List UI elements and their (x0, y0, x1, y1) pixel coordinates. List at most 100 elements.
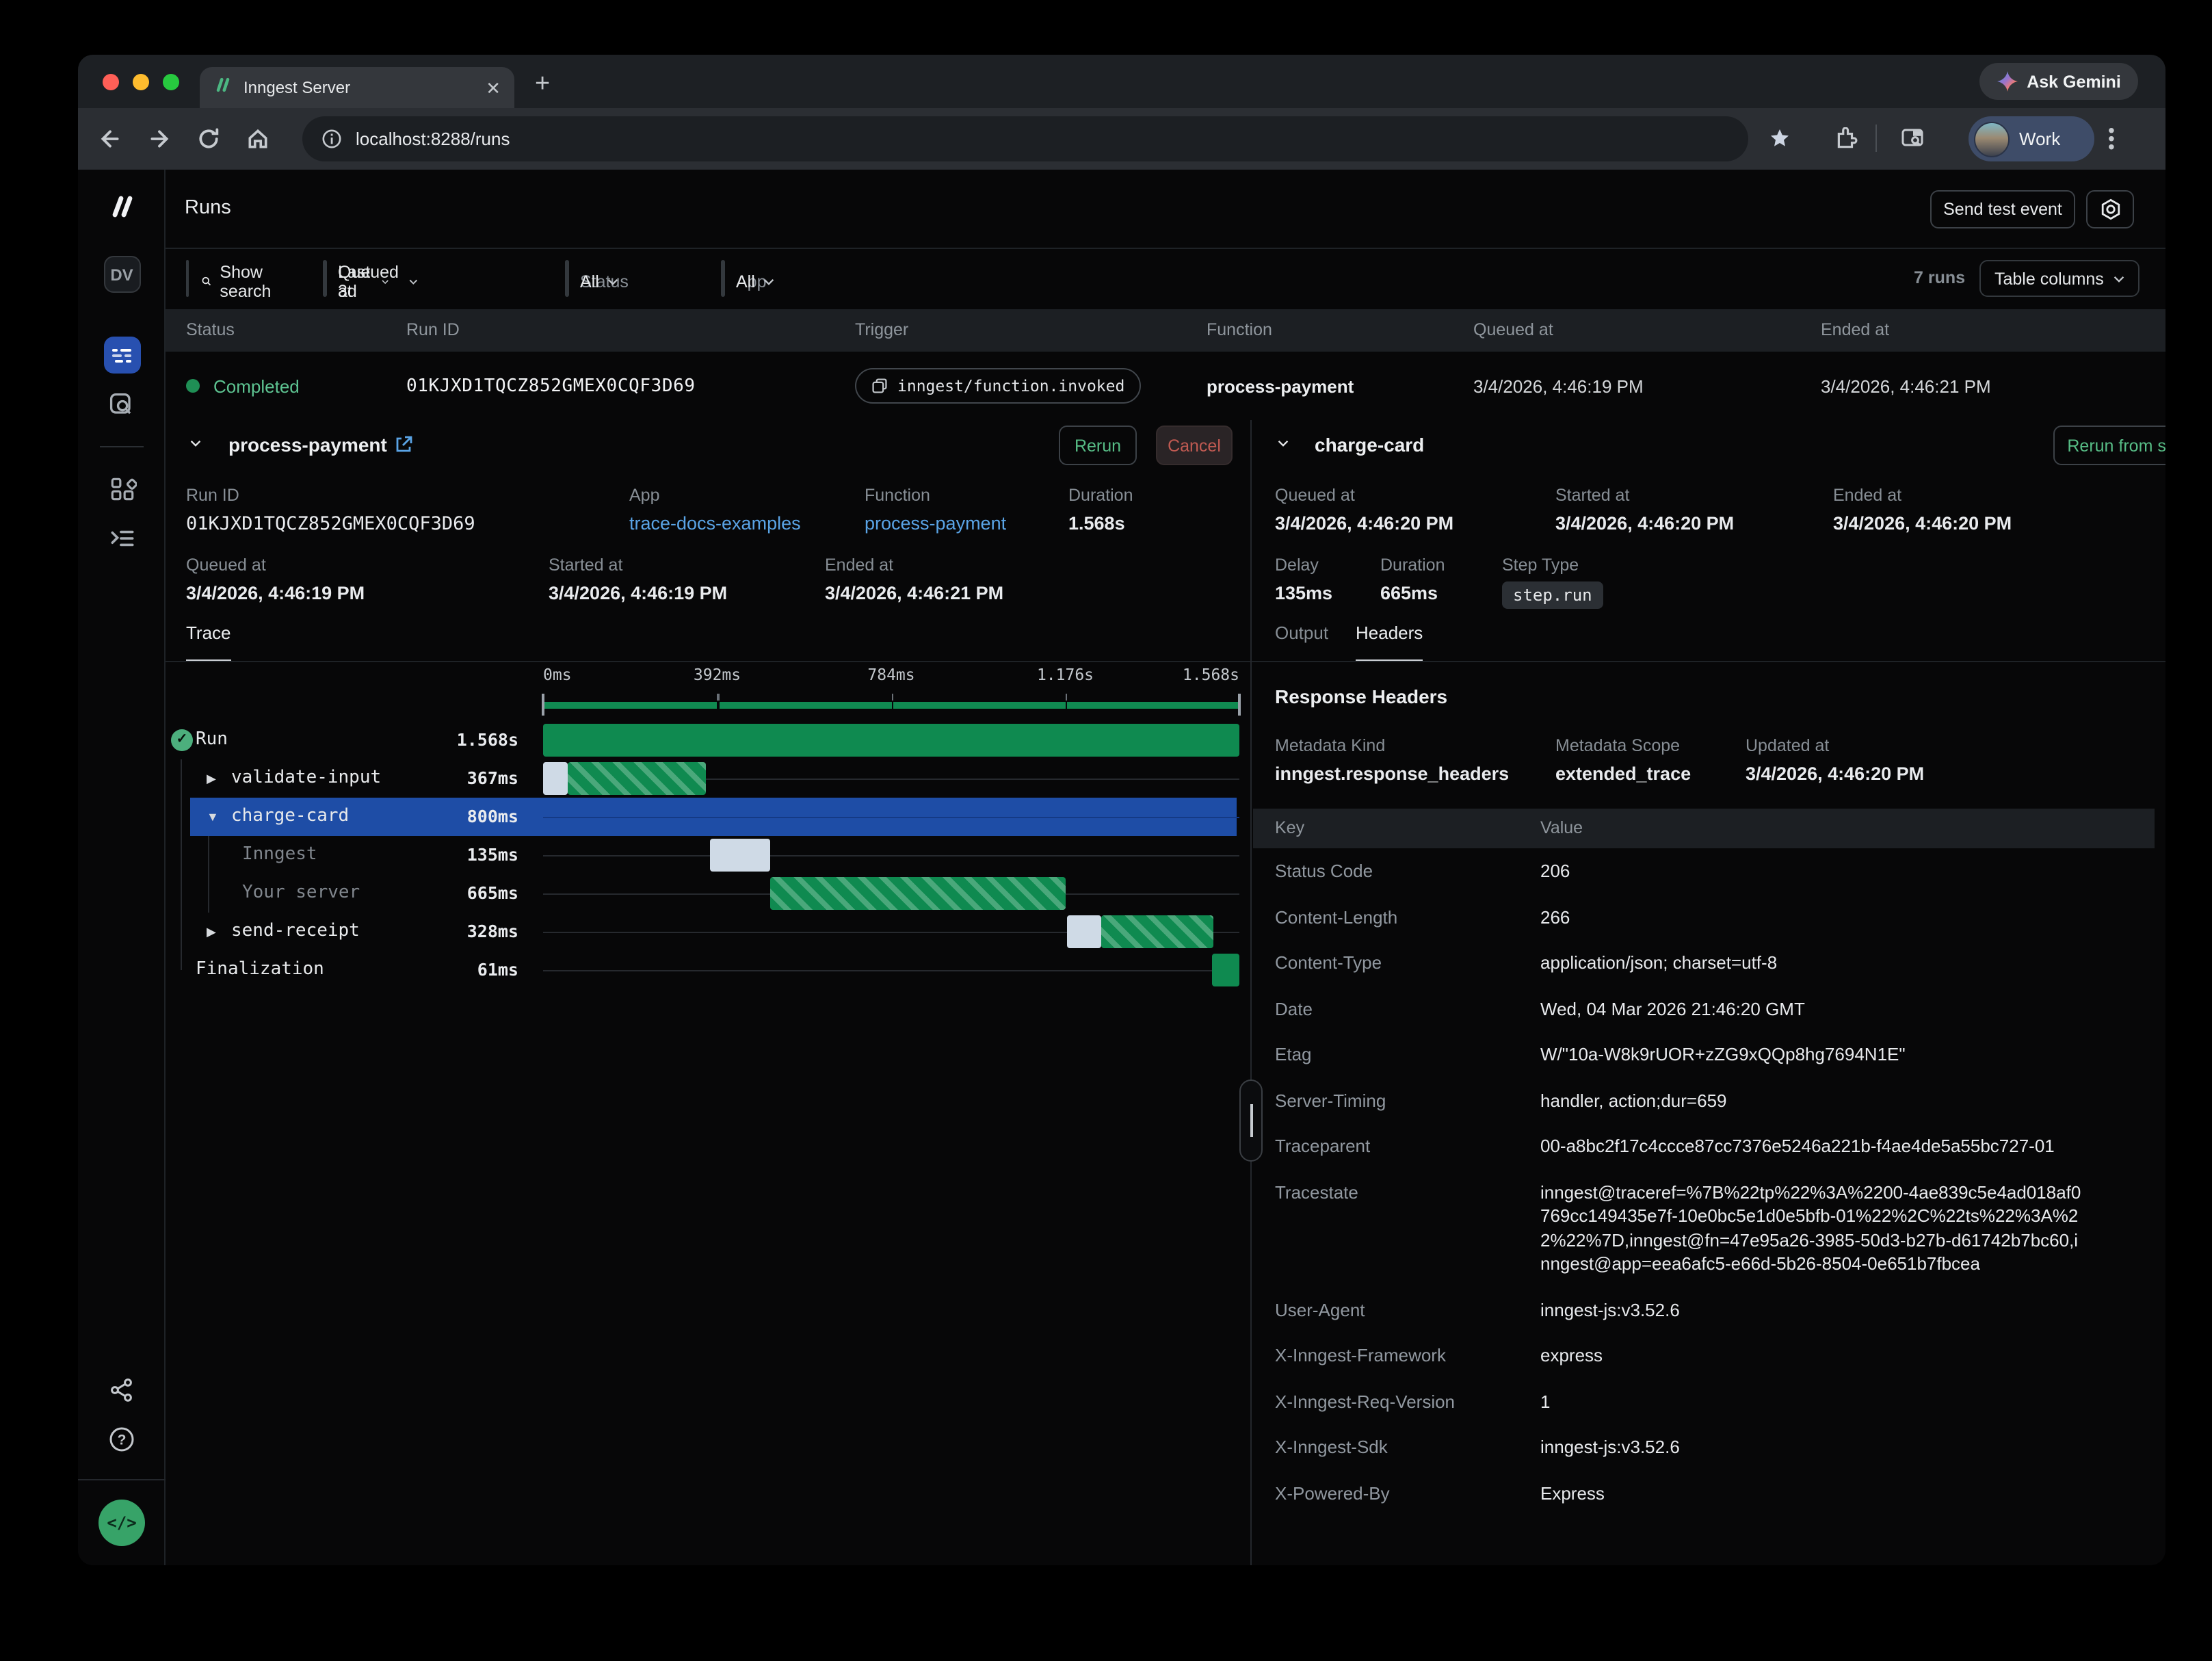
header-value: 1 (1540, 1378, 2088, 1424)
tab-output[interactable]: Output (1275, 623, 1328, 661)
app-link[interactable]: trace-docs-examples (629, 513, 801, 534)
field-step-ended-at: Ended at 3/4/2026, 4:46:20 PM (1833, 486, 2012, 536)
tab-close-icon[interactable]: ✕ (486, 79, 501, 96)
trace-step-duration: 665ms (371, 874, 518, 913)
status-filter[interactable]: Status All (565, 260, 569, 297)
dev-tools-button[interactable]: </> (78, 1500, 166, 1546)
show-search-label: Show search (220, 262, 278, 300)
expand-arrow-icon[interactable]: ▶ (207, 759, 216, 798)
trace-step-duration: 800ms (371, 798, 518, 836)
profile-label: Work (2019, 129, 2060, 149)
window-zoom-button[interactable] (163, 74, 179, 90)
browser-menu-icon[interactable]: ••• (2108, 126, 2115, 151)
header-row-etag: EtagW/"10a-W8k9rUOR+zZG9xQQp8hg7694N1E" (1253, 1032, 2155, 1077)
trace-row-charge-card[interactable]: ▼charge-card800ms (166, 798, 1243, 836)
step-type-chip: step.run (1502, 581, 1603, 609)
header-row-tracestate: Tracestateinngest@traceref=%7B%22tp%22%3… (1253, 1169, 2155, 1287)
status-filter-select[interactable]: All (566, 264, 632, 298)
sidebar-item-runs[interactable] (78, 337, 166, 374)
collapse-arrow-icon[interactable]: ▼ (207, 798, 219, 836)
header-row-user-agent: User-Agentinngest-js:v3.52.6 (1253, 1287, 2155, 1333)
reload-icon[interactable] (193, 123, 223, 153)
header-key: Server-Timing (1253, 1077, 1540, 1123)
rerun-button[interactable]: Rerun (1059, 426, 1137, 465)
sidebar-item-events[interactable] (78, 390, 166, 420)
function-link[interactable]: process-payment (865, 513, 1006, 534)
sidebar-item-apps[interactable] (78, 475, 166, 503)
home-icon[interactable] (242, 123, 272, 153)
time-range-select[interactable]: Last 3d (324, 264, 403, 298)
column-header-function: Function (1207, 309, 1272, 352)
back-icon[interactable] (94, 123, 124, 153)
header-value: inngest-js:v3.52.6 (1540, 1287, 2088, 1333)
trace-row-send-receipt[interactable]: ▶send-receipt328ms (166, 913, 1243, 951)
field-function: Function process-payment (865, 486, 1006, 536)
bookmark-star-icon[interactable] (1765, 123, 1795, 153)
collapse-chevron-icon[interactable] (1278, 438, 1289, 449)
inngest-logo (78, 189, 166, 224)
header-row-x-inngest-req-version: X-Inngest-Req-Version1 (1253, 1378, 2155, 1424)
browser-window: Inngest Server ✕ + Ask Gemini (78, 55, 2165, 1565)
header-value: express (1540, 1333, 2088, 1378)
rerun-from-step-label: Rerun from step (2067, 436, 2165, 455)
header-row-content-type: Content-Typeapplication/json; charset=ut… (1253, 940, 2155, 986)
browser-profile-button[interactable]: Work (1969, 116, 2094, 161)
header-key: Tracestate (1253, 1169, 1540, 1287)
settings-button[interactable] (2086, 190, 2134, 228)
header-key: X-Inngest-Framework (1253, 1333, 1540, 1378)
chevron-down-icon (763, 276, 774, 287)
trace-row-run[interactable]: ✓Run1.568s (166, 721, 1243, 759)
send-test-event-button[interactable]: Send test event (1930, 190, 2075, 228)
new-tab-button[interactable]: + (535, 70, 550, 100)
trace-row-validate-input[interactable]: ▶validate-input367ms (166, 759, 1243, 798)
url-bar[interactable]: localhost:8288/runs (302, 116, 1748, 161)
time-filter[interactable]: Queued at Last 3d (323, 260, 327, 297)
app-filter[interactable]: App All (721, 260, 725, 297)
external-link-icon[interactable] (394, 435, 413, 454)
rerun-from-step-button[interactable]: Rerun from step (2053, 426, 2165, 465)
chevron-down-icon (382, 276, 389, 287)
sidebar-item-share[interactable] (78, 1376, 166, 1404)
trace-bar-queue (543, 762, 568, 795)
trace-row-finalization[interactable]: Finalization61ms (166, 951, 1243, 989)
trace-step-duration: 135ms (371, 836, 518, 874)
window-minimize-button[interactable] (133, 74, 149, 90)
tab-headers[interactable]: Headers (1356, 623, 1423, 661)
window-close-button[interactable] (103, 74, 119, 90)
app-filter-select[interactable]: All (722, 264, 788, 298)
header-key: User-Agent (1253, 1287, 1540, 1333)
trace-row-your-server[interactable]: Your server665ms (166, 874, 1243, 913)
browser-tab[interactable]: Inngest Server ✕ (200, 67, 514, 108)
collapse-chevron-icon[interactable] (190, 438, 201, 449)
trace-minimap[interactable] (543, 694, 1239, 716)
field-step-type: Step Type step.run (1502, 555, 1603, 609)
trace-row-inngest[interactable]: Inngest135ms (166, 836, 1243, 874)
column-header-trigger: Trigger (855, 309, 908, 352)
trigger-pill[interactable]: inngest/function.invoked (855, 368, 1141, 404)
workspace-badge[interactable]: DV (78, 256, 166, 293)
cancel-button[interactable]: Cancel (1156, 426, 1233, 465)
side-panel-search-icon[interactable] (1897, 123, 1927, 153)
tab-trace[interactable]: Trace (186, 623, 231, 661)
runs-table-header: Status Run ID Trigger Function Queued at… (166, 309, 2165, 352)
ask-gemini-button[interactable]: Ask Gemini (1979, 63, 2138, 100)
sidebar-item-functions[interactable] (78, 524, 166, 553)
extensions-icon[interactable] (1830, 123, 1860, 153)
trace-bar-queue (1067, 915, 1102, 948)
time-range-label: Last 3d (338, 262, 374, 300)
forward-icon[interactable] (144, 123, 174, 153)
show-search-button[interactable]: Show search (186, 260, 189, 297)
table-row[interactable]: Completed 01KJXD1TQCZ852GMEX0CQF3D69 inn… (166, 352, 2165, 420)
table-columns-button[interactable]: Table columns (1979, 260, 2139, 297)
trace-axis-tick: 784ms (850, 665, 932, 684)
filter-bar: Show search Queued at Last 3d (166, 249, 2165, 309)
header-value: application/json; charset=utf-8 (1540, 940, 2088, 986)
sidebar-item-help[interactable]: ? (78, 1426, 166, 1453)
expand-arrow-icon[interactable]: ▶ (207, 913, 216, 951)
run-name: process-payment (228, 434, 387, 456)
site-info-icon[interactable] (321, 129, 342, 149)
header-key: X-Inngest-Sdk (1253, 1424, 1540, 1470)
runs-count: 7 runs (1914, 268, 1965, 287)
trace-axis-tick: 1.568s (1157, 665, 1239, 684)
step-pane-header: charge-card Rerun from step (1252, 420, 2165, 475)
